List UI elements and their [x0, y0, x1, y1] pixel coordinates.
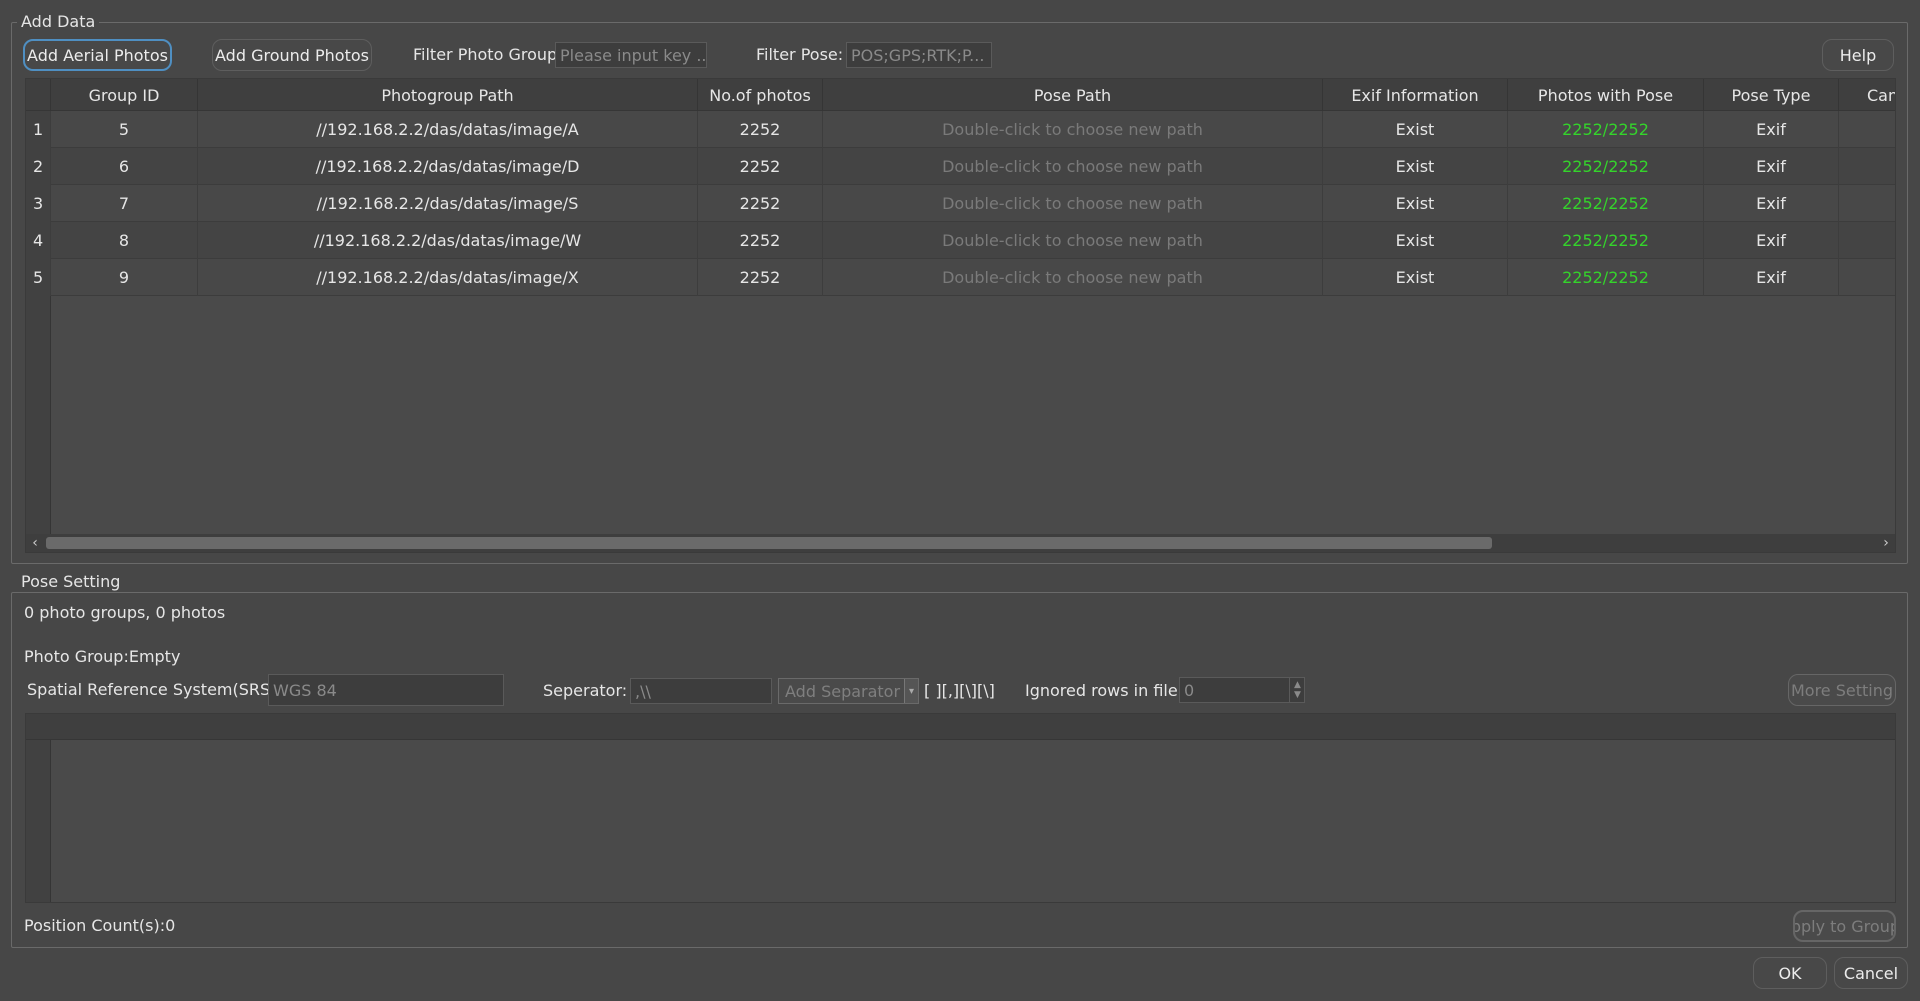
table-row[interactable]: 3 7 //192.168.2.2/das/datas/image/S 2252…	[26, 185, 1895, 222]
apply-to-group-label: Apply to Group	[1795, 916, 1896, 936]
separator-label: Seperator:	[543, 681, 628, 700]
cell-photos-with-pose: 2252/2252	[1508, 259, 1704, 296]
help-button[interactable]: Help	[1822, 39, 1894, 71]
row-number: 3	[26, 185, 51, 222]
cell-photogroup-path: //192.168.2.2/das/datas/image/A	[198, 111, 698, 148]
header-camera[interactable]: Camera	[1839, 79, 1895, 111]
row-number: 2	[26, 148, 51, 185]
pose-table	[25, 713, 1896, 903]
cell-exif-information: Exist	[1323, 148, 1508, 185]
spin-up-icon[interactable]: ▲	[1294, 680, 1301, 690]
cell-camera: X	[1839, 259, 1895, 296]
cell-no-of-photos: 2252	[698, 259, 823, 296]
add-ground-photos-button[interactable]: Add Ground Photos	[212, 39, 372, 71]
more-setting-button[interactable]: More Setting	[1788, 674, 1896, 706]
row-number: 5	[26, 259, 51, 296]
position-count: Position Count(s):0	[24, 916, 176, 935]
pose-setting-title: Pose Setting	[17, 572, 125, 592]
cell-pose-type: Exif	[1704, 222, 1839, 259]
horizontal-scrollbar[interactable]: ‹ ›	[26, 534, 1895, 552]
scrollbar-thumb[interactable]	[46, 537, 1492, 549]
separator-input[interactable]: ,\\	[630, 678, 772, 704]
filter-photo-group-label: Filter Photo Group:	[413, 45, 563, 64]
header-no-of-photos[interactable]: No.of photos	[698, 79, 823, 111]
cell-pose-path[interactable]: Double-click to choose new path	[823, 185, 1323, 222]
table-row[interactable]: 2 6 //192.168.2.2/das/datas/image/D 2252…	[26, 148, 1895, 185]
filter-pose-input[interactable]: POS;GPS;RTK;P...	[846, 42, 992, 68]
ignored-rows-stepper[interactable]: ▲ ▼	[1289, 678, 1305, 702]
cell-no-of-photos: 2252	[698, 111, 823, 148]
ignored-rows-label: Ignored rows in file:	[1025, 681, 1184, 700]
cell-camera: W	[1839, 222, 1895, 259]
header-exif-information[interactable]: Exif Information	[1323, 79, 1508, 111]
cell-camera: A	[1839, 111, 1895, 148]
add-separator-dropdown[interactable]: Add Separator ▾	[778, 678, 919, 704]
filter-pose-label: Filter Pose:	[756, 45, 844, 64]
cell-photos-with-pose: 2252/2252	[1508, 222, 1704, 259]
cancel-button[interactable]: Cancel	[1834, 957, 1908, 989]
separator-hint: [ ][,][\][\]	[924, 681, 995, 700]
photogroup-table: Group ID Photogroup Path No.of photos Po…	[25, 78, 1896, 553]
cell-group-id: 6	[51, 148, 198, 185]
filter-photo-group-input[interactable]: Please input key ...	[555, 42, 707, 68]
cell-pose-path[interactable]: Double-click to choose new path	[823, 111, 1323, 148]
cell-group-id: 5	[51, 111, 198, 148]
cell-camera: D	[1839, 148, 1895, 185]
cell-photogroup-path: //192.168.2.2/das/datas/image/D	[198, 148, 698, 185]
cell-camera: S	[1839, 185, 1895, 222]
srs-label: Spatial Reference System(SRS)	[27, 680, 277, 699]
pose-table-header	[26, 714, 1895, 740]
header-photos-with-pose[interactable]: Photos with Pose	[1508, 79, 1704, 111]
cell-no-of-photos: 2252	[698, 222, 823, 259]
cell-exif-information: Exist	[1323, 185, 1508, 222]
header-pose-path[interactable]: Pose Path	[823, 79, 1323, 111]
row-number: 4	[26, 222, 51, 259]
add-data-title: Add Data	[17, 12, 100, 32]
cell-exif-information: Exist	[1323, 222, 1508, 259]
scroll-right-icon[interactable]: ›	[1877, 534, 1895, 552]
header-pose-type[interactable]: Pose Type	[1704, 79, 1839, 111]
scroll-left-icon[interactable]: ‹	[26, 534, 44, 552]
cell-photogroup-path: //192.168.2.2/das/datas/image/W	[198, 222, 698, 259]
header-group-id[interactable]: Group ID	[51, 79, 198, 111]
cell-pose-path[interactable]: Double-click to choose new path	[823, 148, 1323, 185]
spin-down-icon[interactable]: ▼	[1294, 690, 1301, 700]
cell-photos-with-pose: 2252/2252	[1508, 148, 1704, 185]
table-row[interactable]: 1 5 //192.168.2.2/das/datas/image/A 2252…	[26, 111, 1895, 148]
add-separator-label: Add Separator	[785, 681, 901, 701]
pose-table-rownum-column	[26, 740, 51, 902]
srs-input[interactable]: WGS 84	[268, 674, 504, 706]
ok-button[interactable]: OK	[1753, 957, 1827, 989]
table-header: Group ID Photogroup Path No.of photos Po…	[26, 79, 1895, 111]
apply-to-group-button[interactable]: Apply to Group	[1793, 910, 1896, 942]
ignored-rows-input[interactable]: 0	[1179, 677, 1305, 703]
header-rownum	[26, 79, 51, 111]
cell-pose-type: Exif	[1704, 148, 1839, 185]
cell-group-id: 8	[51, 222, 198, 259]
cell-photogroup-path: //192.168.2.2/das/datas/image/X	[198, 259, 698, 296]
cell-no-of-photos: 2252	[698, 148, 823, 185]
cell-no-of-photos: 2252	[698, 185, 823, 222]
cell-exif-information: Exist	[1323, 259, 1508, 296]
table-row[interactable]: 5 9 //192.168.2.2/das/datas/image/X 2252…	[26, 259, 1895, 296]
cell-pose-path[interactable]: Double-click to choose new path	[823, 222, 1323, 259]
photo-group-label: Photo Group:Empty	[24, 647, 181, 666]
cell-pose-type: Exif	[1704, 111, 1839, 148]
chevron-down-icon[interactable]: ▾	[904, 679, 918, 703]
cell-group-id: 9	[51, 259, 198, 296]
cell-photos-with-pose: 2252/2252	[1508, 111, 1704, 148]
cell-group-id: 7	[51, 185, 198, 222]
add-aerial-photos-button[interactable]: Add Aerial Photos	[23, 39, 172, 71]
cell-exif-information: Exist	[1323, 111, 1508, 148]
row-number: 1	[26, 111, 51, 148]
cell-pose-type: Exif	[1704, 185, 1839, 222]
pose-summary: 0 photo groups, 0 photos	[24, 603, 226, 622]
cell-pose-path[interactable]: Double-click to choose new path	[823, 259, 1323, 296]
cell-photos-with-pose: 2252/2252	[1508, 185, 1704, 222]
cell-pose-type: Exif	[1704, 259, 1839, 296]
header-photogroup-path[interactable]: Photogroup Path	[198, 79, 698, 111]
cell-photogroup-path: //192.168.2.2/das/datas/image/S	[198, 185, 698, 222]
table-row[interactable]: 4 8 //192.168.2.2/das/datas/image/W 2252…	[26, 222, 1895, 259]
